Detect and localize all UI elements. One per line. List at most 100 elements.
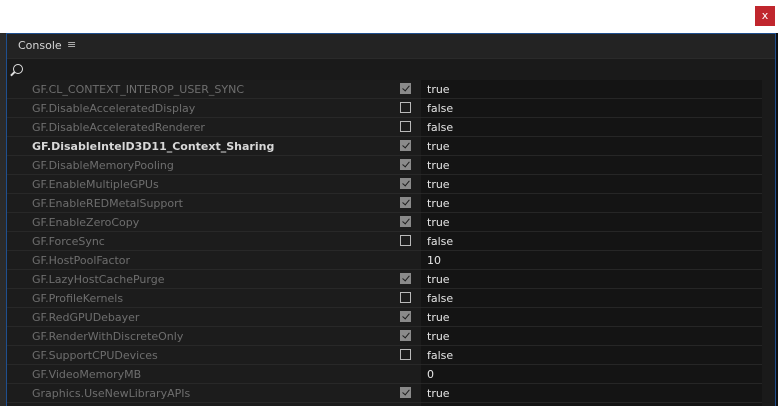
setting-checkbox-cell (394, 365, 421, 384)
scrollbar-track[interactable] (762, 384, 775, 403)
setting-value-field[interactable]: true (421, 213, 762, 232)
setting-checkbox[interactable] (400, 311, 411, 322)
setting-name-cell: GF.DisableAcceleratedRenderer (7, 118, 394, 137)
setting-value-field[interactable]: false (421, 289, 762, 308)
scrollbar-track[interactable] (762, 365, 775, 384)
scrollbar-track[interactable] (762, 213, 775, 232)
setting-value-field[interactable]: true (421, 327, 762, 346)
setting-value: true (427, 178, 450, 191)
setting-checkbox-cell (394, 80, 421, 99)
setting-checkbox[interactable] (400, 235, 411, 246)
setting-value-field[interactable]: true (421, 270, 762, 289)
close-button[interactable]: x (755, 6, 775, 26)
setting-name: GF.CL_CONTEXT_INTEROP_USER_SYNC (32, 83, 245, 96)
setting-name-cell: GF.DisableAcceleratedDisplay (7, 99, 394, 118)
scrollbar-track[interactable] (762, 156, 775, 175)
setting-name: GF.EnableMultipleGPUs (32, 178, 159, 191)
setting-name-cell: GF.LazyHostCachePurge (7, 270, 394, 289)
setting-checkbox[interactable] (400, 178, 411, 189)
setting-row: GF.CL_CONTEXT_INTEROP_USER_SYNC true (7, 80, 775, 99)
setting-value: false (427, 292, 454, 305)
search-icon (13, 64, 23, 74)
setting-value: true (427, 159, 450, 172)
setting-value-field[interactable]: true (421, 137, 762, 156)
setting-value-field[interactable]: false (421, 99, 762, 118)
scrollbar-track[interactable] (762, 194, 775, 213)
scrollbar-track[interactable] (762, 137, 775, 156)
setting-checkbox-cell (394, 175, 421, 194)
panel-header: Console ≡ (7, 34, 775, 58)
setting-checkbox[interactable] (400, 292, 411, 303)
setting-checkbox[interactable] (400, 216, 411, 227)
setting-checkbox[interactable] (400, 121, 411, 132)
setting-value-field[interactable]: true (421, 308, 762, 327)
setting-name: Graphics.UseNewLibraryAPIs (32, 387, 191, 400)
setting-checkbox[interactable] (400, 330, 411, 341)
setting-checkbox[interactable] (400, 387, 411, 398)
setting-checkbox-cell (394, 118, 421, 137)
setting-name-cell: GF.RedGPUDebayer (7, 308, 394, 327)
scrollbar-track[interactable] (762, 270, 775, 289)
setting-row: GF.ProfileKernels false (7, 289, 775, 308)
setting-name: GF.ProfileKernels (32, 292, 124, 305)
setting-value-field[interactable]: 0 (421, 365, 762, 384)
setting-value-field[interactable]: false (421, 346, 762, 365)
setting-value-field[interactable]: true (421, 194, 762, 213)
window-titlebar: x (0, 0, 778, 33)
setting-value: true (427, 330, 450, 343)
scrollbar-track[interactable] (762, 99, 775, 118)
setting-row: GF.VideoMemoryMB 0 (7, 365, 775, 384)
panel-menu-icon[interactable]: ≡ (67, 38, 76, 51)
scrollbar-track[interactable] (762, 80, 775, 99)
scrollbar-track[interactable] (762, 251, 775, 270)
setting-checkbox-cell (394, 327, 421, 346)
setting-row: GF.HostPoolFactor 10 (7, 251, 775, 270)
search-input[interactable] (29, 61, 763, 79)
settings-list: GF.CL_CONTEXT_INTEROP_USER_SYNC true GF.Di… (7, 80, 775, 406)
setting-name: GF.VideoMemoryMB (32, 368, 142, 381)
setting-value-field[interactable]: false (421, 118, 762, 137)
scrollbar-track[interactable] (762, 308, 775, 327)
setting-value-field[interactable]: true (421, 175, 762, 194)
setting-name: GF.RedGPUDebayer (32, 311, 140, 324)
setting-value: 10 (427, 254, 441, 267)
setting-name: GF.EnableZeroCopy (32, 216, 140, 229)
setting-checkbox[interactable] (400, 140, 411, 151)
setting-name: GF.LazyHostCachePurge (32, 273, 165, 286)
scrollbar-track[interactable] (762, 232, 775, 251)
setting-value-field[interactable]: true (421, 80, 762, 99)
setting-value-field[interactable]: 10 (421, 251, 762, 270)
setting-row: GF.EnableZeroCopy true (7, 213, 775, 232)
setting-checkbox-cell (394, 308, 421, 327)
setting-name: GF.DisableAcceleratedDisplay (32, 102, 196, 115)
scrollbar-track[interactable] (762, 289, 775, 308)
scrollbar-track[interactable] (762, 118, 775, 137)
setting-value-field[interactable]: true (421, 156, 762, 175)
panel-title: Console (18, 39, 62, 52)
setting-checkbox[interactable] (400, 159, 411, 170)
setting-checkbox-cell (394, 346, 421, 365)
setting-checkbox-cell (394, 270, 421, 289)
setting-value: true (427, 83, 450, 96)
scrollbar-track[interactable] (762, 327, 775, 346)
scrollbar-track[interactable] (762, 175, 775, 194)
setting-row: GF.EnableMultipleGPUs true (7, 175, 775, 194)
setting-checkbox[interactable] (400, 273, 411, 284)
setting-checkbox[interactable] (400, 102, 411, 113)
setting-checkbox-cell (394, 156, 421, 175)
setting-value-field[interactable]: false (421, 232, 762, 251)
setting-checkbox[interactable] (400, 349, 411, 360)
scrollbar-track[interactable] (762, 346, 775, 365)
setting-checkbox[interactable] (400, 197, 411, 208)
setting-value-field[interactable]: true (421, 384, 762, 403)
setting-name-cell: Graphics.UseNewLibraryAPIs (7, 384, 394, 403)
setting-value: true (427, 197, 450, 210)
setting-name-cell: GF.ForceSync (7, 232, 394, 251)
setting-name-cell: GF.SupportCPUDevices (7, 346, 394, 365)
setting-row: GF.SupportCPUDevices false (7, 346, 775, 365)
setting-row: Graphics.UseNewLibraryAPIs true (7, 384, 775, 403)
setting-name-cell: GF.VideoMemoryMB (7, 365, 394, 384)
setting-value: 0 (427, 368, 434, 381)
setting-checkbox[interactable] (400, 83, 411, 94)
setting-row: GF.ForceSync false (7, 232, 775, 251)
